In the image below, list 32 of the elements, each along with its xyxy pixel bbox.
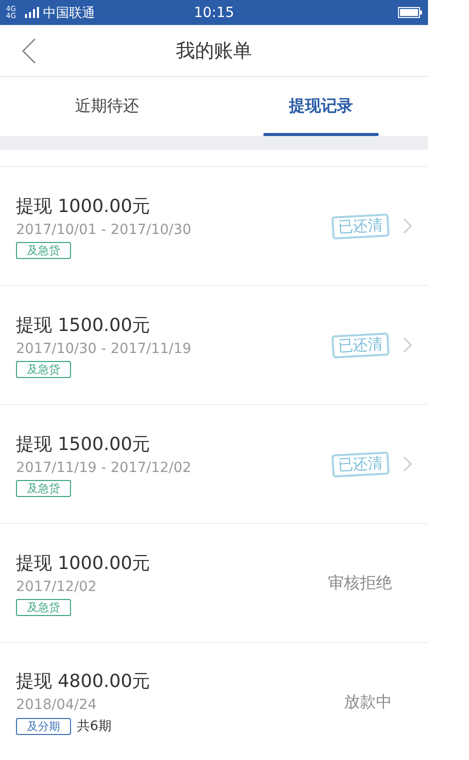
chevron-icon[interactable] bbox=[403, 337, 412, 353]
tab[interactable]: 提现记录 bbox=[214, 77, 428, 136]
tab[interactable]: 近期待还 bbox=[0, 77, 214, 136]
chevron-icon[interactable] bbox=[403, 456, 412, 472]
product-tag: 及急贷 bbox=[16, 242, 71, 258]
status-label: 审核拒绝 bbox=[328, 572, 392, 594]
record-date: 2018/04/24 bbox=[16, 697, 98, 713]
chevron-icon[interactable] bbox=[403, 218, 412, 234]
record-date: 2017/10/01 - 2017/10/30 bbox=[16, 222, 192, 238]
clock: 10:15 bbox=[194, 4, 234, 20]
installment-count: 共6期 bbox=[77, 718, 112, 735]
carrier-label: 中国联通 bbox=[43, 4, 95, 22]
paid-stamp: 已还清 bbox=[331, 451, 390, 477]
product-tag: 及急贷 bbox=[16, 480, 71, 496]
paid-stamp: 已还清 bbox=[331, 332, 390, 358]
back-icon[interactable] bbox=[22, 38, 36, 64]
record-title: 提现 1000.00元 bbox=[16, 194, 152, 218]
paid-stamp: 已还清 bbox=[331, 213, 390, 239]
record-title: 提现 1000.00元 bbox=[16, 552, 152, 574]
product-tag: 及急贷 bbox=[16, 360, 71, 378]
status-label: 放款中 bbox=[344, 692, 392, 712]
signal-icon bbox=[25, 7, 39, 18]
record-title: 提现 1500.00元 bbox=[16, 314, 152, 336]
page-title: 我的账单 bbox=[176, 38, 252, 64]
product-tag: 及分期 bbox=[16, 718, 71, 734]
product-tag: 及急贷 bbox=[16, 598, 71, 616]
record-date: 2017/10/30 - 2017/11/19 bbox=[16, 340, 192, 356]
record-date: 2017/12/02 bbox=[16, 578, 98, 594]
record-date: 2017/11/19 - 2017/12/02 bbox=[16, 460, 192, 476]
record-title: 提现 4800.00元 bbox=[16, 670, 152, 693]
battery-icon bbox=[398, 7, 422, 18]
record-title: 提现 1500.00元 bbox=[16, 432, 152, 456]
